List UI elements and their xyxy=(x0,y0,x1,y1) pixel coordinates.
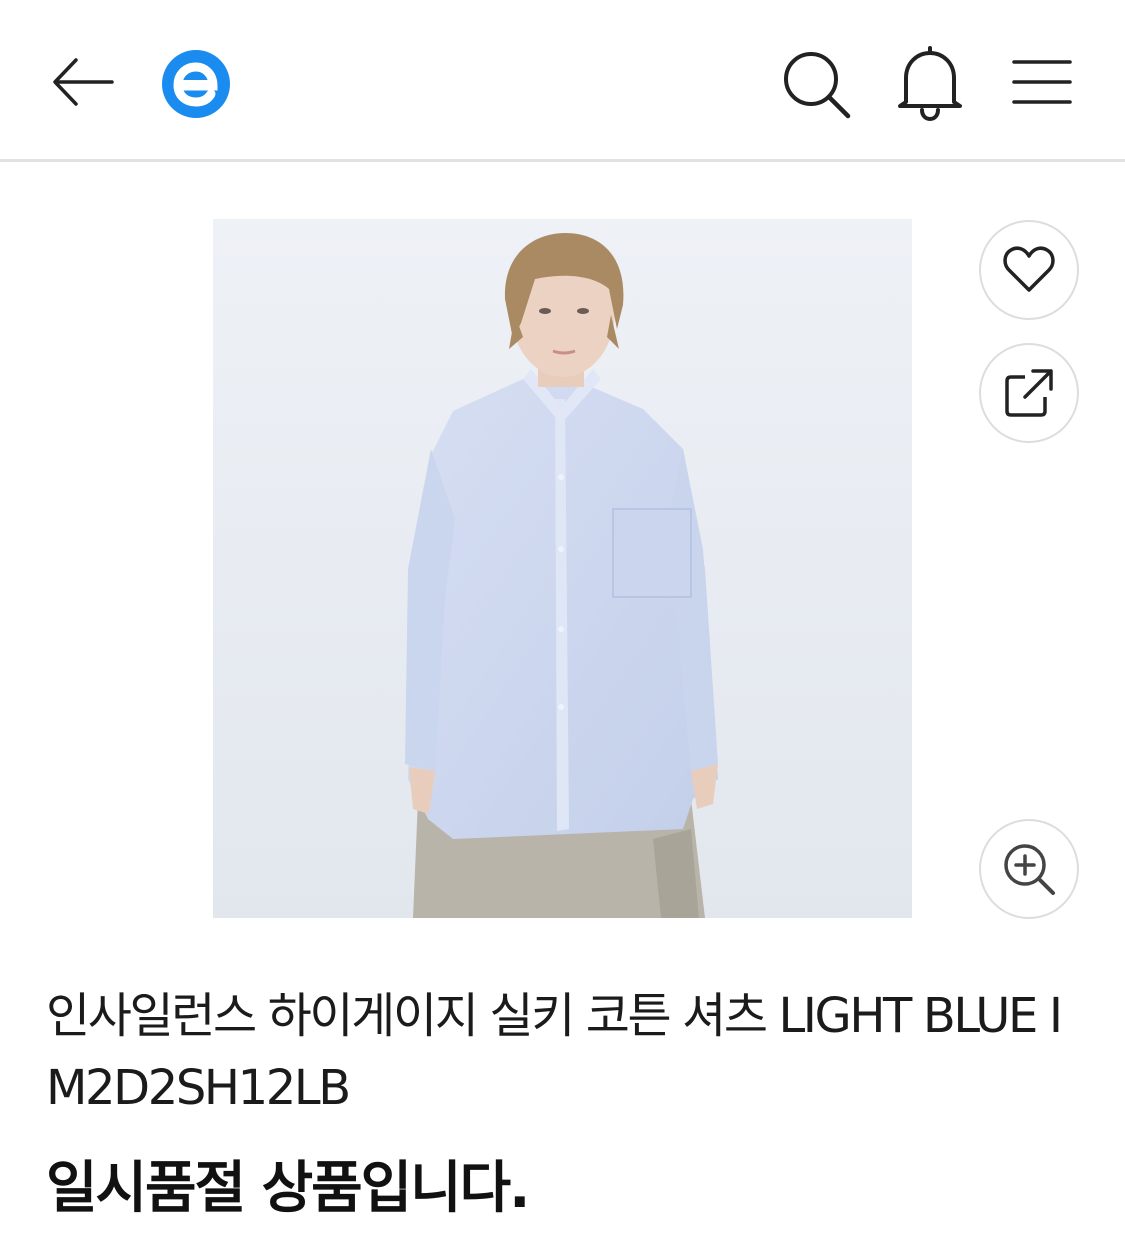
wishlist-button[interactable] xyxy=(979,220,1079,320)
product-title: 인사일런스 하이게이지 실키 코튼 셔츠 LIGHT BLUE IM2D2SH1… xyxy=(46,988,1063,1116)
model-photo xyxy=(213,219,912,918)
back-button[interactable] xyxy=(48,50,118,114)
notification-button[interactable] xyxy=(892,42,968,122)
menu-button[interactable] xyxy=(1006,50,1076,114)
bell-icon xyxy=(898,46,962,122)
sold-out-notice: 일시품절 상품입니다. xyxy=(46,1156,530,1221)
product-image[interactable] xyxy=(213,219,912,918)
zoom-in-icon xyxy=(1004,844,1055,895)
share-button[interactable] xyxy=(979,343,1079,443)
top-navigation-bar xyxy=(0,0,1125,162)
zoom-button[interactable] xyxy=(979,819,1079,919)
search-button[interactable] xyxy=(778,46,854,122)
brand-logo-e-icon xyxy=(162,50,230,118)
heart-icon xyxy=(1003,246,1055,292)
search-icon xyxy=(784,52,851,119)
share-icon xyxy=(1005,369,1053,417)
back-arrow-icon xyxy=(53,58,114,106)
brand-logo[interactable] xyxy=(158,46,234,122)
hamburger-menu-icon xyxy=(1012,60,1072,104)
